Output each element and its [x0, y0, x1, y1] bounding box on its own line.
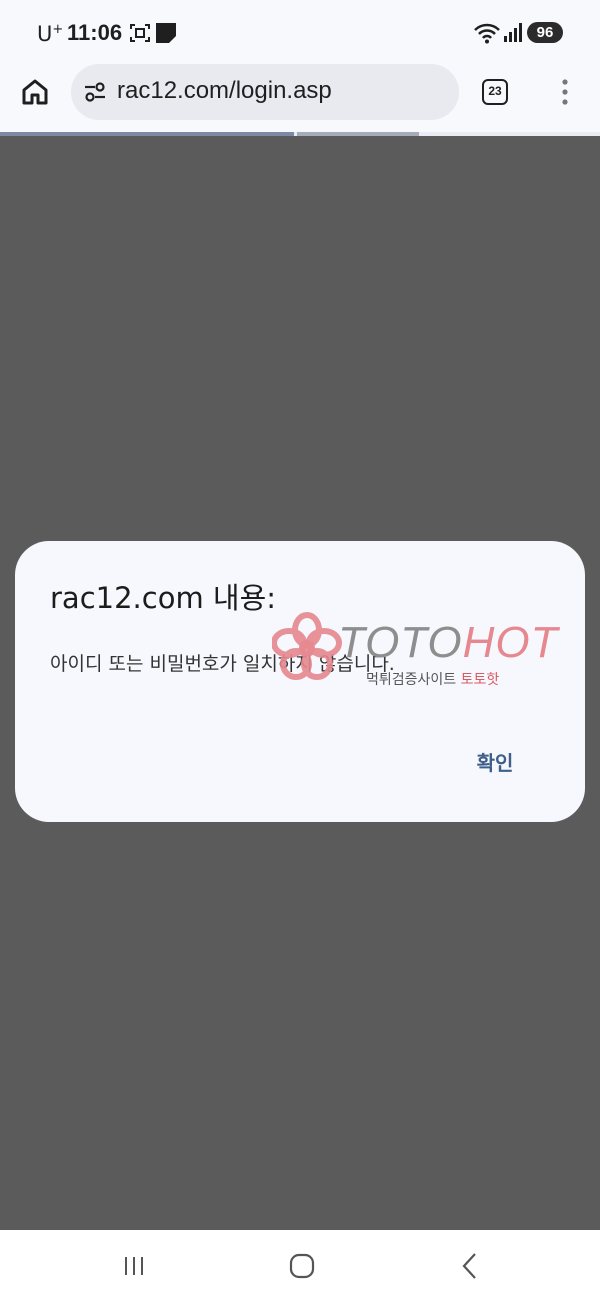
note-icon — [156, 23, 176, 43]
more-vert-icon[interactable] — [556, 78, 574, 106]
home-nav-icon[interactable] — [284, 1248, 320, 1284]
home-icon[interactable] — [20, 77, 50, 107]
system-nav-bar — [0, 1230, 600, 1300]
watermark-tagline: 먹튀검증사이트 토토핫 — [366, 672, 500, 688]
browser-toolbar: rac12.com/login.asp 23 — [0, 64, 600, 134]
address-bar[interactable]: rac12.com/login.asp — [71, 64, 459, 120]
flower-logo-icon — [272, 612, 342, 680]
tabs-icon[interactable]: 23 — [482, 79, 508, 105]
dialog-title: rac12.com 내용: — [50, 581, 277, 615]
screen: U+ 11:06 96 rac12.com/login.asp 23 rac12… — [0, 0, 600, 1300]
carrier-label: U+ — [37, 22, 64, 46]
url-text[interactable]: rac12.com/login.asp — [117, 77, 332, 105]
status-bar: U+ 11:06 96 — [0, 0, 600, 64]
site-info-icon[interactable] — [83, 80, 107, 104]
screenshot-icon — [130, 24, 150, 42]
signal-icon — [504, 23, 522, 42]
back-icon[interactable] — [452, 1248, 488, 1284]
watermark: TOTOHOT 먹튀검증사이트 토토핫 — [272, 612, 597, 692]
clock: 11:06 — [67, 20, 123, 45]
watermark-brand: TOTOHOT — [338, 618, 559, 667]
wifi-icon — [474, 23, 500, 44]
recent-apps-icon[interactable] — [116, 1248, 152, 1284]
battery-icon: 96 — [527, 22, 563, 43]
ok-button[interactable]: 확인 — [459, 743, 531, 783]
